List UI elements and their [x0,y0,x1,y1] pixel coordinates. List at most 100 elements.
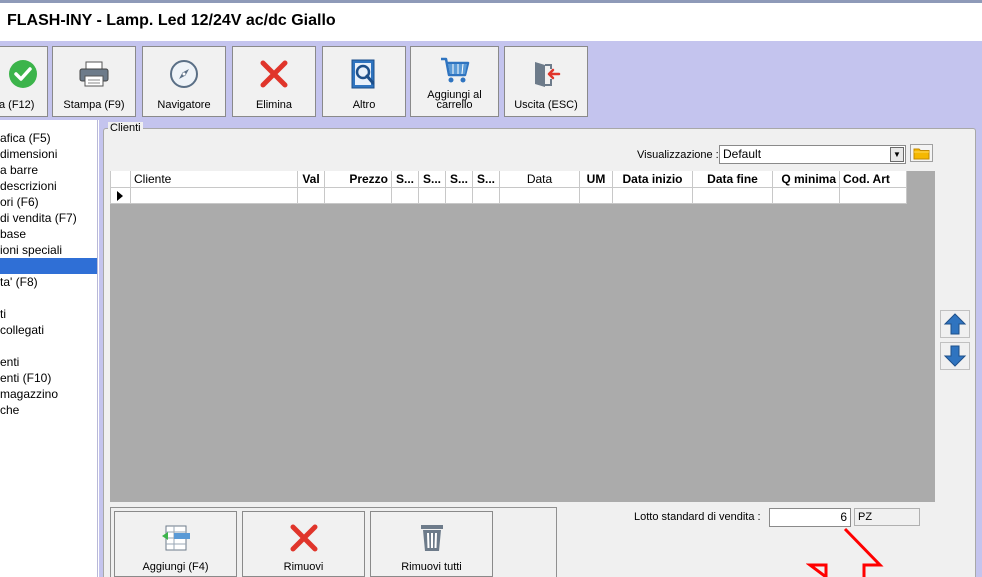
table-cell[interactable] [612,186,693,204]
unit-of-measure-field: PZ [854,508,920,526]
sidebar-item-selected[interactable] [0,258,97,274]
row-selector[interactable] [110,186,131,204]
table-cell[interactable] [579,186,613,204]
check-icon [0,57,47,91]
sidebar-nav: afica (F5) dimensioni a barre descrizion… [0,120,98,577]
sidebar-item[interactable]: dimensioni [0,146,97,162]
column-header[interactable]: Cod. Art [839,171,907,188]
exit-button[interactable]: Uscita (ESC) [504,46,588,117]
sidebar-item[interactable]: base [0,226,97,242]
add-row-icon [115,521,236,555]
add-client-button[interactable]: Aggiungi (F4) [114,511,237,577]
folder-button[interactable] [910,144,933,162]
delete-x-icon [233,57,315,91]
table-cell[interactable] [391,186,419,204]
delete-button-label: Elimina [255,99,293,111]
sidebar-item[interactable]: afica (F5) [0,130,97,146]
sidebar-item[interactable]: enti (F10) [0,370,97,386]
table-cell[interactable] [472,186,500,204]
chevron-down-icon[interactable]: ▼ [890,147,904,162]
cart-icon [411,53,498,87]
printer-icon [53,57,135,91]
folder-icon [913,148,930,159]
print-button[interactable]: Stampa (F9) [52,46,136,117]
sidebar-item[interactable]: collegati [0,322,97,338]
sidebar-item[interactable]: ioni speciali [0,242,97,258]
add-to-cart-label-line2: carrello [436,99,473,111]
column-header[interactable]: S... [391,171,419,188]
arrow-down-icon [943,345,967,367]
lotto-standard-label: Lotto standard di vendita : [634,511,761,523]
altro-button-label: Altro [352,99,376,111]
lotto-standard-input[interactable]: 6 [769,508,851,527]
exit-button-label: Uscita (ESC) [514,99,578,111]
visualizzazione-select[interactable]: Default ▼ [719,145,906,164]
column-header[interactable]: Data [499,171,580,188]
search-document-icon [323,57,405,91]
column-header[interactable]: Prezzo [324,171,392,188]
table-cell[interactable] [839,186,907,204]
delete-x-icon [243,521,364,555]
print-button-label: Stampa (F9) [63,99,125,111]
table-cell[interactable] [499,186,580,204]
current-row-icon [117,190,123,201]
visualizzazione-label: Visualizzazione : [637,149,719,161]
sidebar-item[interactable]: di vendita (F7) [0,210,97,226]
column-header[interactable]: S... [418,171,446,188]
column-header[interactable]: Cliente [130,171,298,188]
column-header[interactable]: Data fine [692,171,773,188]
column-header[interactable]: Val [297,171,325,188]
sidebar-item[interactable]: enti [0,354,97,370]
table-cell[interactable] [692,186,773,204]
table-cell[interactable] [297,186,325,204]
move-up-button[interactable] [940,310,970,338]
toolbar: a (F12) Stampa (F9) Navigatore Elimina A… [0,41,982,120]
remove-all-button-label: Rimuovi tutti [401,561,462,573]
table-cell[interactable] [418,186,446,204]
delete-button[interactable]: Elimina [232,46,316,117]
add-client-button-label: Aggiungi (F4) [142,561,209,573]
arrow-up-icon [943,313,967,335]
sidebar-item[interactable]: ori (F6) [0,194,97,210]
navigator-button-label: Navigatore [157,99,211,111]
annotation-arrow-icon [806,527,884,577]
visualizzazione-value: Default [723,147,762,161]
grid-corner-cell [110,171,131,188]
sidebar-item[interactable]: descrizioni [0,178,97,194]
add-to-cart-button[interactable]: Aggiungi al carrello [410,46,499,117]
sidebar-item[interactable]: che [0,402,97,418]
clienti-table: Cliente Val Prezzo S... S... S... S... D… [110,171,907,204]
grid-header-row: Cliente Val Prezzo S... S... S... S... D… [110,171,907,188]
window-title: FLASH-INY - Lamp. Led 12/24V ac/dc Giall… [7,12,336,29]
column-header[interactable]: Q minima [772,171,840,188]
sidebar-item[interactable] [0,338,97,354]
exit-door-icon [505,57,587,91]
table-row[interactable] [110,186,907,204]
table-cell[interactable] [445,186,473,204]
clienti-grid[interactable]: Cliente Val Prezzo S... S... S... S... D… [110,171,935,502]
column-header[interactable]: UM [579,171,613,188]
altro-button[interactable]: Altro [322,46,406,117]
remove-all-button[interactable]: Rimuovi tutti [370,511,493,577]
table-cell[interactable] [324,186,392,204]
sidebar-item[interactable]: magazzino [0,386,97,402]
remove-button-label: Rimuovi [283,561,324,573]
sidebar-item[interactable]: ti [0,306,97,322]
title-bar: FLASH-INY - Lamp. Led 12/24V ac/dc Giall… [0,3,982,41]
sidebar-item[interactable] [0,290,97,306]
sidebar-item[interactable]: ta' (F8) [0,274,97,290]
compass-icon [143,57,225,91]
save-button[interactable]: a (F12) [0,46,48,117]
column-header[interactable]: S... [445,171,473,188]
save-button-label: a (F12) [0,99,35,111]
sidebar-item[interactable]: a barre [0,162,97,178]
navigator-button[interactable]: Navigatore [142,46,226,117]
clienti-group-label: Clienti [108,122,143,134]
column-header[interactable]: Data inizio [612,171,693,188]
move-down-button[interactable] [940,342,970,370]
table-cell[interactable] [130,186,298,204]
column-header[interactable]: S... [472,171,500,188]
remove-button[interactable]: Rimuovi [242,511,365,577]
trash-icon [371,521,492,555]
table-cell[interactable] [772,186,840,204]
